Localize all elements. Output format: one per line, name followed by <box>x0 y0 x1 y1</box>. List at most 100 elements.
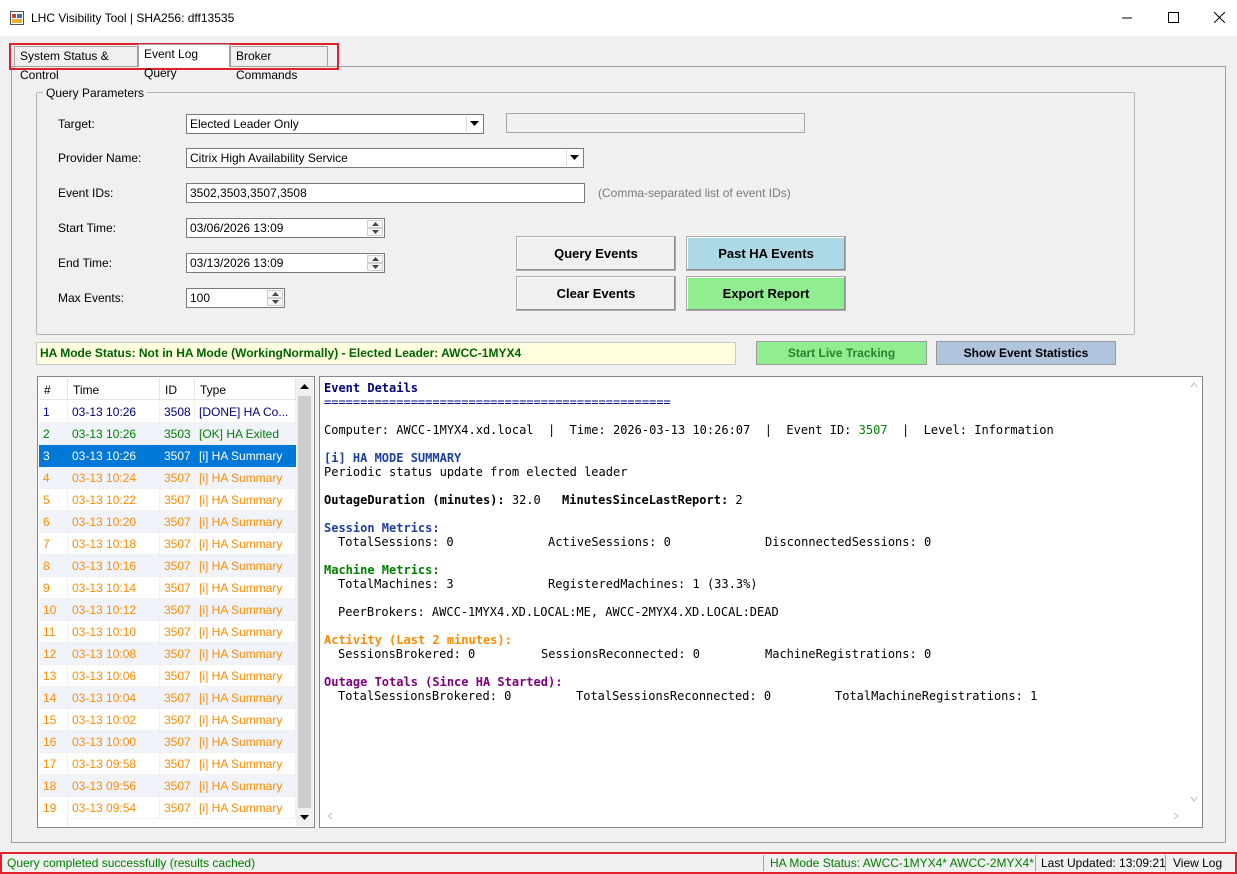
cell-type: [i] HA Summary <box>195 489 296 511</box>
table-row[interactable]: 13 03-13 10:06 3507 [i] HA Summary <box>39 665 296 687</box>
cell-number: 2 <box>39 423 68 445</box>
total-sessions: TotalSessions: 0 <box>338 535 454 549</box>
scroll-up-icon[interactable] <box>296 378 313 395</box>
cell-number: 14 <box>39 687 68 709</box>
cell-id: 3507 <box>160 797 195 819</box>
chevron-down-icon[interactable] <box>566 150 582 166</box>
cell-number: 12 <box>39 643 68 665</box>
tab-event-log-query[interactable]: Event Log Query <box>138 44 230 80</box>
minutes-since-line: MinutesSinceLastReport: 2 <box>562 493 743 507</box>
table-row[interactable]: 19 03-13 09:54 3507 [i] HA Summary <box>39 797 296 819</box>
table-row[interactable]: 16 03-13 10:00 3507 [i] HA Summary <box>39 731 296 753</box>
registered-machines: RegisteredMachines: 1 (33.3%) <box>548 577 758 591</box>
spin-down-icon[interactable] <box>367 228 383 236</box>
table-row[interactable]: 17 03-13 09:58 3507 [i] HA Summary <box>39 753 296 775</box>
event-details-panel[interactable]: Event Details ==========================… <box>319 376 1203 828</box>
minimize-button[interactable] <box>1104 0 1150 36</box>
show-event-statistics-button[interactable]: Show Event Statistics <box>936 341 1116 365</box>
column-header-id[interactable]: ID <box>160 378 195 400</box>
table-row[interactable]: 12 03-13 10:08 3507 [i] HA Summary <box>39 643 296 665</box>
table-row[interactable]: 1 03-13 10:26 3508 [DONE] HA Co... <box>39 401 296 423</box>
table-row[interactable]: 18 03-13 09:56 3507 [i] HA Summary <box>39 775 296 797</box>
column-header-number[interactable]: # <box>39 378 68 400</box>
table-row[interactable]: 3 03-13 10:26 3507 [i] HA Summary <box>39 445 296 467</box>
past-ha-events-button[interactable]: Past HA Events <box>686 236 846 271</box>
table-row[interactable]: 5 03-13 10:22 3507 [i] HA Summary <box>39 489 296 511</box>
cell-time: 03-13 09:56 <box>68 775 160 797</box>
ha-mode-status-label: HA Mode Status: Not in HA Mode (WorkingN… <box>36 342 736 365</box>
cell-type: [i] HA Summary <box>195 467 296 489</box>
spin-up-icon[interactable] <box>267 290 283 298</box>
table-row-partial[interactable] <box>39 818 296 827</box>
target-combobox[interactable]: Elected Leader Only <box>186 114 484 134</box>
cell-type: [i] HA Summary <box>195 643 296 665</box>
details-scroll-left-icon[interactable] <box>324 810 336 822</box>
status-highlight-box <box>0 852 1237 874</box>
table-row[interactable]: 6 03-13 10:20 3507 [i] HA Summary <box>39 511 296 533</box>
close-button[interactable] <box>1196 0 1237 36</box>
table-row[interactable]: 7 03-13 10:18 3507 [i] HA Summary <box>39 533 296 555</box>
cell-type: [i] HA Summary <box>195 709 296 731</box>
max-events-value: 100 <box>190 291 211 305</box>
end-time-label: End Time: <box>58 256 113 270</box>
sessions-brokered: SessionsBrokered: 0 <box>338 647 476 661</box>
cell-time: 03-13 10:12 <box>68 599 160 621</box>
event-ids-input[interactable]: 3502,3503,3507,3508 <box>186 183 585 203</box>
column-header-time[interactable]: Time <box>68 378 160 400</box>
cell-id: 3507 <box>160 533 195 555</box>
chevron-down-icon[interactable] <box>466 116 482 132</box>
cell-number: 17 <box>39 753 68 775</box>
activity-title: Activity (Last 2 minutes): <box>324 633 512 647</box>
table-row[interactable]: 14 03-13 10:04 3507 [i] HA Summary <box>39 687 296 709</box>
max-events-stepper[interactable]: 100 <box>186 288 285 308</box>
end-time-picker[interactable]: 03/13/2026 13:09 <box>186 253 385 273</box>
provider-combobox[interactable]: Citrix High Availability Service <box>186 148 584 168</box>
event-list[interactable]: # Time ID Type 1 03-13 10:26 3508 [DONE] HA… <box>37 376 315 828</box>
details-scroll-up-icon[interactable] <box>1188 379 1200 391</box>
max-events-spinner[interactable] <box>267 290 283 306</box>
cell-number: 8 <box>39 555 68 577</box>
start-live-tracking-button[interactable]: Start Live Tracking <box>756 341 927 365</box>
total-sessions-reconnected: TotalSessionsReconnected: 0 <box>576 689 772 703</box>
export-report-button[interactable]: Export Report <box>686 276 846 311</box>
clear-events-button[interactable]: Clear Events <box>516 276 676 311</box>
column-header-type[interactable]: Type <box>195 378 296 400</box>
table-row[interactable]: 8 03-13 10:16 3507 [i] HA Summary <box>39 555 296 577</box>
start-time-picker[interactable]: 03/06/2026 13:09 <box>186 218 385 238</box>
table-row[interactable]: 11 03-13 10:10 3507 [i] HA Summary <box>39 621 296 643</box>
scrollbar-thumb[interactable] <box>298 396 311 808</box>
start-time-spinner[interactable] <box>367 220 383 236</box>
session-metrics-title: Session Metrics: <box>324 521 440 535</box>
machine-metrics-title: Machine Metrics: <box>324 563 440 577</box>
cell-number: 6 <box>39 511 68 533</box>
event-list-scrollbar[interactable] <box>296 378 313 826</box>
table-row[interactable]: 15 03-13 10:02 3507 [i] HA Summary <box>39 709 296 731</box>
cell-time: 03-13 10:24 <box>68 467 160 489</box>
cell-number: 15 <box>39 709 68 731</box>
details-scroll-down-icon[interactable] <box>1188 793 1200 805</box>
details-scroll-right-icon[interactable] <box>1170 810 1182 822</box>
query-events-button[interactable]: Query Events <box>516 236 676 271</box>
spin-down-icon[interactable] <box>367 263 383 271</box>
table-row[interactable]: 10 03-13 10:12 3507 [i] HA Summary <box>39 599 296 621</box>
spin-up-icon[interactable] <box>367 220 383 228</box>
spin-down-icon[interactable] <box>267 298 283 306</box>
cell-time: 03-13 10:04 <box>68 687 160 709</box>
maximize-button[interactable] <box>1150 0 1196 36</box>
cell-time: 03-13 10:20 <box>68 511 160 533</box>
cell-id: 3507 <box>160 731 195 753</box>
end-time-spinner[interactable] <box>367 255 383 271</box>
target-label: Target: <box>58 117 95 131</box>
scroll-down-icon[interactable] <box>296 809 313 826</box>
cell-number: 18 <box>39 775 68 797</box>
cell-id: 3503 <box>160 423 195 445</box>
table-row[interactable]: 4 03-13 10:24 3507 [i] HA Summary <box>39 467 296 489</box>
cell-time: 03-13 10:18 <box>68 533 160 555</box>
table-row[interactable]: 2 03-13 10:26 3503 [OK] HA Exited <box>39 423 296 445</box>
table-row[interactable]: 9 03-13 10:14 3507 [i] HA Summary <box>39 577 296 599</box>
spin-up-icon[interactable] <box>367 255 383 263</box>
start-time-label: Start Time: <box>58 221 117 235</box>
title-bar: LHC Visibility Tool | SHA256: dff13535 <box>0 0 1237 36</box>
cell-number: 1 <box>39 401 68 423</box>
details-computer-line: Computer: AWCC-1MYX4.xd.local | Time: 20… <box>324 423 1054 437</box>
